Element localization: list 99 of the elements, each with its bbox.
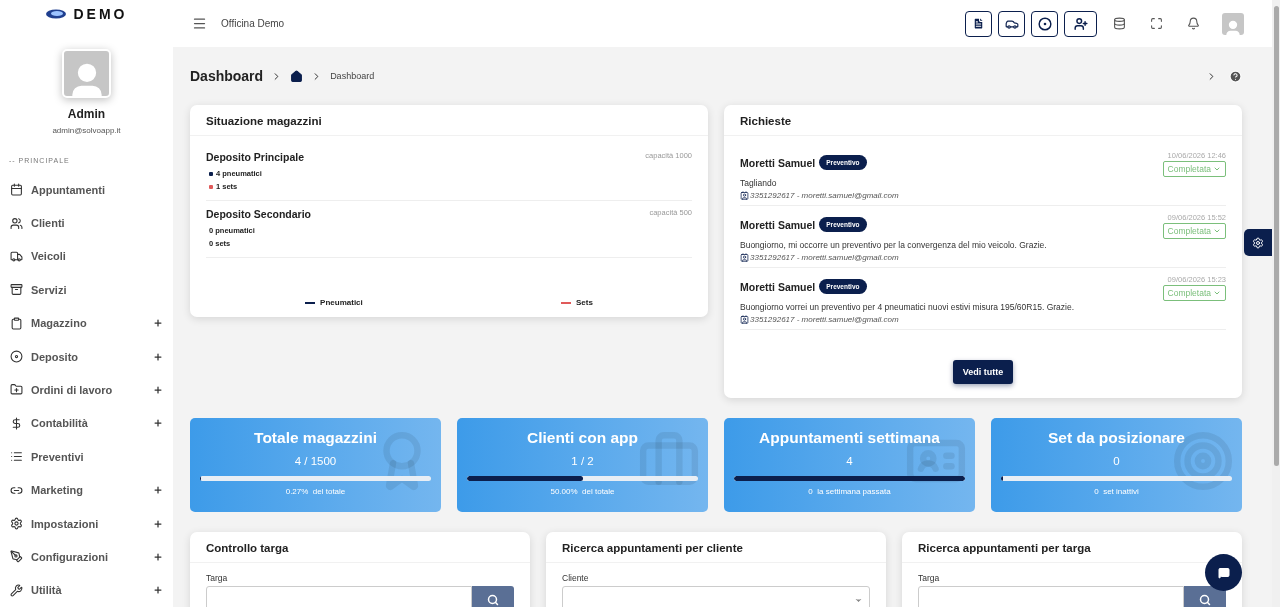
stat-value: 4 / 1500 [294, 455, 337, 467]
contact-info: 3351292617 - moretti.samuel@gmail.com [750, 191, 899, 200]
sidebar-item[interactable]: Impostazioni [10, 506, 163, 541]
input-field[interactable] [206, 586, 472, 607]
user-plus-icon [1073, 16, 1088, 31]
chat-icon [1217, 566, 1230, 579]
stat-title: Clienti con app [526, 429, 639, 447]
list-icon [10, 450, 23, 464]
select-field[interactable] [562, 586, 870, 607]
request-message: Buongiorno vorrei un preventivo per 4 pneumatici nuovi estivi misura 195/60R15. Grazie. [740, 302, 1076, 312]
stat-value: 1 / 2 [571, 455, 594, 467]
user-email: admin@solvoapp.it [52, 125, 121, 135]
user-name: Admin [67, 106, 106, 121]
breadcrumb-current: Dashboard [330, 71, 376, 81]
search-icon [1199, 594, 1211, 606]
card-title: Ricerca appuntamenti per cliente [546, 532, 886, 563]
bell-icon [1187, 17, 1200, 30]
customer-name: Moretti Samuel [740, 280, 816, 293]
help-icon[interactable] [1229, 69, 1242, 83]
view-all-button[interactable]: Vedi tutte [952, 360, 1014, 384]
brand-name: DEMO [73, 5, 128, 22]
document-button[interactable] [965, 10, 992, 37]
stat-note: 0 set inattivi [1094, 487, 1139, 496]
sidebar-item[interactable]: Marketing [10, 473, 163, 507]
home-icon[interactable] [290, 69, 304, 83]
warehouse-name: Deposito Principale [206, 151, 305, 163]
stat-note: 0 la settimana passata [808, 487, 891, 496]
caret-icon [1213, 165, 1221, 173]
settings-icon [10, 517, 23, 530]
database-icon [1113, 17, 1126, 30]
target-icon [1037, 16, 1052, 31]
card-title: Richieste [724, 105, 1242, 136]
archive-icon [10, 283, 23, 297]
scrollbar-thumb[interactable] [1273, 6, 1279, 466]
stat-note: 0.27% del totale [285, 487, 346, 496]
notification-button[interactable] [1187, 17, 1200, 30]
legend-label: Sets [576, 298, 593, 307]
sidebar-item[interactable]: Appuntamenti [10, 172, 163, 207]
target-button[interactable] [1031, 10, 1058, 37]
caret-icon [1213, 289, 1221, 297]
document-icon [972, 17, 985, 30]
search-icon [487, 594, 499, 606]
sidebar-item[interactable]: Servizi [10, 273, 163, 307]
field-label: Cliente [562, 573, 590, 583]
search-button[interactable] [1184, 586, 1226, 607]
contact-info: 3351292617 - moretti.samuel@gmail.com [750, 253, 899, 262]
dollar-icon [10, 416, 23, 430]
users-icon [10, 216, 23, 230]
sidebar-item[interactable]: Utilità [10, 573, 163, 607]
gear-icon [1252, 236, 1264, 249]
customer-name: Moretti Samuel [740, 156, 816, 169]
workshop-name: Officina Demo [221, 18, 286, 29]
field-label: Targa [918, 573, 941, 583]
warehouse-name: Deposito Secondario [206, 208, 311, 220]
pen-icon [10, 550, 23, 564]
sidebar-item[interactable]: Configurazioni [10, 540, 163, 574]
stat-title: Set da posizionare [1048, 429, 1185, 447]
settings-button[interactable] [1244, 229, 1272, 256]
stat-title: Totale magazzini [254, 429, 377, 447]
request-message: Tagliando [740, 178, 778, 188]
sidebar-item[interactable]: Contabilità [10, 406, 163, 441]
contact-icon [740, 191, 749, 200]
avatar-silhouette [62, 48, 111, 98]
sidebar-item[interactable]: Deposito [10, 339, 163, 374]
logo-icon [45, 8, 66, 19]
contact-icon [740, 253, 749, 262]
truck-icon [10, 249, 23, 263]
stat-title: Appuntamenti settimana [759, 429, 940, 447]
card-title: Situazione magazzini [190, 105, 708, 136]
sidebar-item[interactable]: Preventivi [10, 440, 163, 474]
fullscreen-button[interactable] [1150, 17, 1163, 30]
sidebar-item[interactable]: Veicoli [10, 239, 163, 274]
disc-icon [10, 350, 23, 364]
customer-name: Moretti Samuel [740, 218, 816, 231]
clipboard-icon [10, 316, 23, 330]
request-message: Buongiorno, mi occorre un preventivo per la convergenza del mio veicolo. Grazie. [740, 240, 1048, 250]
calendar-icon [10, 183, 23, 197]
folder-icon [10, 383, 23, 397]
sidebar-item[interactable]: Magazzino [10, 306, 163, 340]
fullscreen-icon [1150, 17, 1163, 30]
sidebar-item[interactable]: Clienti [10, 206, 163, 240]
legend-label: Pneumatici [320, 298, 363, 307]
input-field[interactable] [918, 586, 1184, 607]
menu-icon [192, 16, 207, 31]
database-button[interactable] [1113, 17, 1126, 30]
stat-value: 0 [1113, 455, 1120, 467]
card-title: Controllo targa [190, 532, 530, 563]
field-label: Targa [206, 573, 229, 583]
sidebar-item[interactable]: Ordini di lavoro [10, 373, 163, 407]
contact-info: 3351292617 - moretti.samuel@gmail.com [750, 315, 899, 324]
car-button[interactable] [998, 10, 1025, 37]
add-user-button[interactable] [1064, 10, 1097, 37]
wrench-icon [10, 583, 23, 597]
menu-button[interactable] [192, 16, 207, 31]
page-title: Dashboard [190, 68, 264, 84]
stat-note: 50.00% del totale [550, 487, 615, 496]
contact-icon [740, 315, 749, 324]
caret-icon [1213, 227, 1221, 235]
stat-value: 4 [846, 455, 853, 467]
